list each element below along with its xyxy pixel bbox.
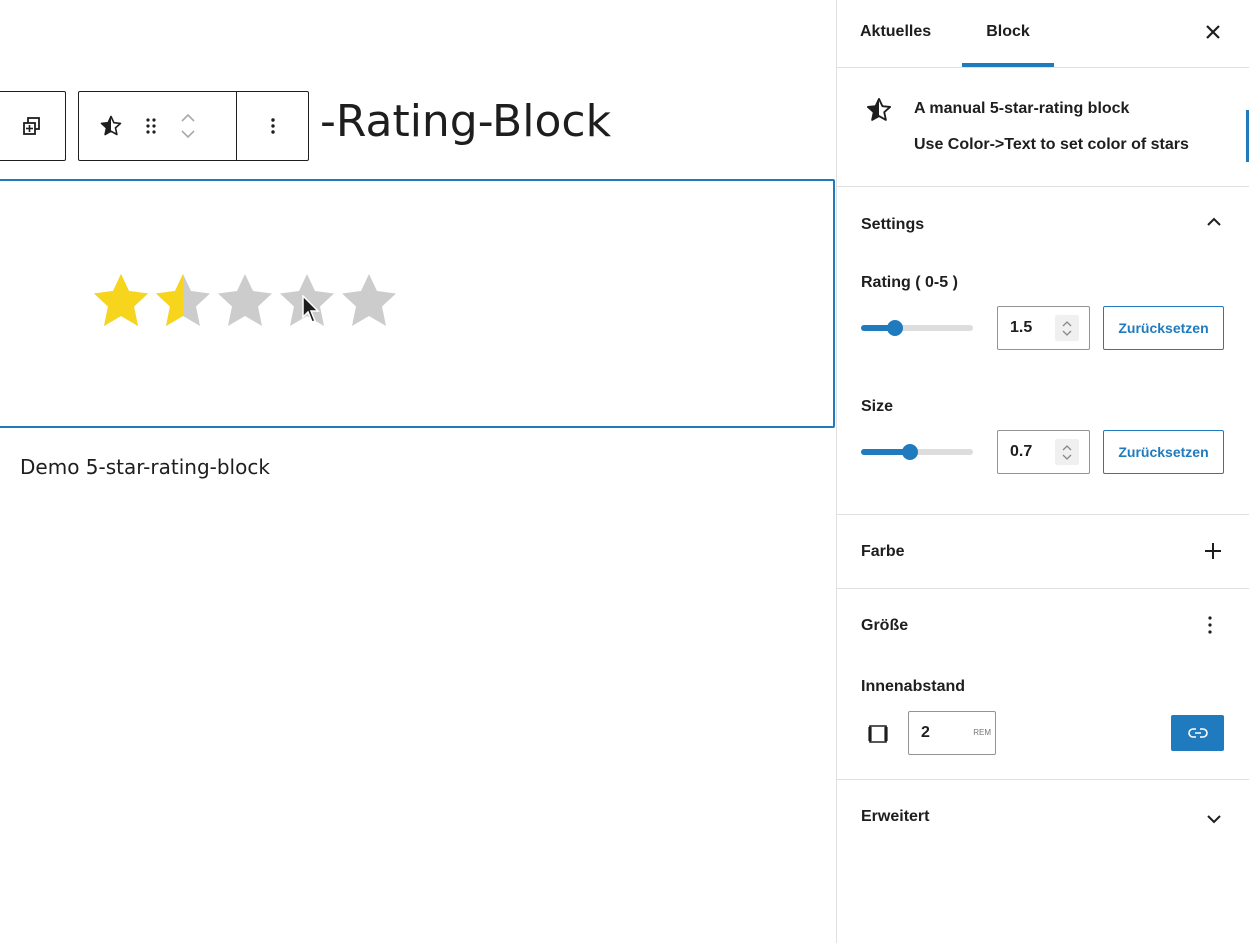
size-spinner[interactable] — [1055, 439, 1079, 465]
size-label: Size — [861, 398, 894, 415]
block-type-button[interactable] — [99, 114, 123, 138]
advanced-expand-button[interactable] — [1205, 810, 1223, 833]
padding-value: 2 — [921, 724, 930, 741]
link-sides-button[interactable] — [1171, 715, 1224, 751]
move-up-icon[interactable] — [179, 112, 197, 124]
block-card-title: A manual 5-star-rating block — [914, 100, 1130, 117]
chevron-up-icon — [1062, 320, 1072, 326]
rating-spinner[interactable] — [1055, 315, 1079, 341]
drag-handle-icon — [146, 118, 156, 134]
color-add-button[interactable] — [1203, 541, 1223, 566]
star-half-icon — [866, 97, 892, 121]
color-panel-title[interactable]: Farbe — [861, 543, 905, 561]
padding-label: Innenabstand — [861, 678, 966, 695]
select-parent-button[interactable] — [0, 91, 66, 161]
demo-paragraph[interactable]: Demo 5-star-rating-block — [20, 455, 270, 479]
padding-sides-icon — [868, 725, 888, 743]
star-1 — [94, 274, 148, 326]
rating-reset-button[interactable]: Zurücksetzen — [1103, 306, 1224, 350]
settings-panel-title[interactable]: Settings — [861, 216, 924, 234]
color-panel: Farbe — [837, 515, 1249, 589]
tab-block[interactable]: Block — [962, 0, 1054, 67]
star-rating — [90, 270, 400, 332]
editor-canvas: -Rating-Block Demo 5-star-rating-block — [0, 0, 836, 943]
star-5 — [342, 274, 396, 326]
dimensions-panel: Größe Innenabstand 2 REM — [837, 589, 1249, 780]
rating-slider[interactable] — [861, 320, 973, 336]
link-icon — [1187, 728, 1208, 738]
chevron-down-icon — [1062, 454, 1072, 460]
chevron-down-icon — [1062, 330, 1072, 336]
rating-label: Rating ( 0-5 ) — [861, 274, 958, 291]
block-options-button[interactable] — [269, 114, 277, 138]
size-slider-thumb[interactable] — [902, 444, 919, 460]
block-mover — [179, 112, 197, 140]
padding-input[interactable]: 2 REM — [908, 711, 996, 755]
chevron-down-icon — [1207, 815, 1221, 824]
size-number-input[interactable]: 0.7 — [997, 430, 1090, 474]
padding-unit[interactable]: REM — [973, 728, 991, 737]
size-reset-button[interactable]: Zurücksetzen — [1103, 430, 1224, 474]
block-card-description: Use Color->Text to set color of stars — [914, 136, 1189, 153]
advanced-panel: Erweitert — [837, 780, 1249, 852]
drag-handle[interactable] — [143, 114, 159, 138]
close-sidebar-button[interactable] — [1201, 20, 1225, 49]
mouse-cursor-icon — [302, 295, 320, 323]
chevron-up-icon — [1062, 444, 1072, 450]
more-vertical-icon — [1208, 616, 1212, 634]
sidebar-header: Aktuelles Block — [837, 0, 1249, 68]
move-down-icon[interactable] — [179, 128, 197, 140]
plus-icon — [1205, 543, 1221, 559]
page-heading[interactable]: -Rating-Block — [320, 92, 611, 152]
dimensions-panel-title: Größe — [861, 617, 909, 634]
chevron-up-icon — [1207, 217, 1221, 226]
advanced-panel-title[interactable]: Erweitert — [861, 808, 929, 826]
settings-collapse-button[interactable] — [1205, 213, 1223, 236]
settings-panel: Settings Rating ( 0-5 ) 1.5 Zurücksetzen… — [837, 187, 1249, 515]
rating-value: 1.5 — [1010, 319, 1033, 336]
size-slider[interactable] — [861, 444, 973, 460]
close-icon — [1206, 25, 1220, 39]
star-3 — [218, 274, 272, 326]
more-vertical-icon — [270, 118, 275, 134]
size-value: 0.7 — [1010, 443, 1033, 460]
select-parent-icon — [23, 117, 40, 135]
block-toolbar — [78, 91, 309, 161]
star-half-icon — [100, 115, 122, 136]
star-2 — [156, 274, 210, 326]
settings-sidebar: Aktuelles Block A manual 5-star-rating b… — [836, 0, 1249, 943]
dimensions-options-button[interactable] — [1207, 613, 1213, 642]
tab-aktuelles[interactable]: Aktuelles — [860, 0, 931, 66]
rating-slider-thumb[interactable] — [886, 320, 903, 336]
rating-number-input[interactable]: 1.5 — [997, 306, 1090, 350]
